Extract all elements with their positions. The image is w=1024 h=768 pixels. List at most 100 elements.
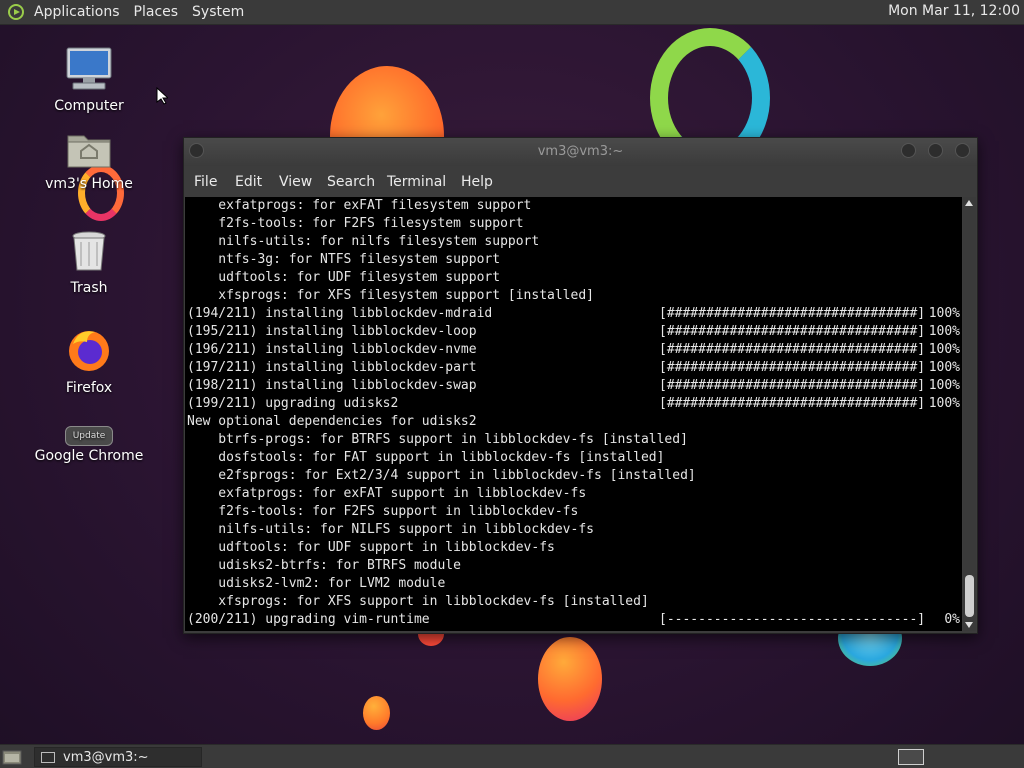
menu-file[interactable]: File <box>194 174 217 190</box>
desktop-icon-label: vm3's Home <box>45 176 133 192</box>
terminal-line-text: exfatprogs: for exFAT support in libbloc… <box>187 486 587 501</box>
terminal-line-text: exfatprogs: for exFAT filesystem support <box>187 198 532 213</box>
trash-icon <box>72 231 106 271</box>
progress-percent: 100% <box>928 378 960 393</box>
terminal-line: e2fsprogs: for Ext2/3/4 support in libbl… <box>185 467 962 485</box>
terminal-line-text: (199/211) upgrading udisks2 <box>187 396 399 411</box>
scroll-up-arrow-icon[interactable] <box>965 200 973 206</box>
terminal-icon <box>41 751 55 763</box>
terminal-line-text: New optional dependencies for udisks2 <box>187 414 477 429</box>
terminal-line: New optional dependencies for udisks2 <box>185 413 962 431</box>
mate-logo-icon[interactable] <box>8 4 24 20</box>
top-panel: Applications Places System Mon Mar 11, 1… <box>0 0 1024 25</box>
progress-bar-text: [################################] <box>659 342 926 357</box>
system-menu[interactable]: System <box>192 4 244 20</box>
desktop-icon-label: Computer <box>54 98 124 114</box>
show-desktop-icon[interactable] <box>2 748 22 766</box>
workspace-switcher[interactable] <box>898 749 924 765</box>
terminal-scrollbar[interactable] <box>963 197 976 631</box>
menu-edit[interactable]: Edit <box>235 174 262 190</box>
terminal-line-text: (197/211) installing libblockdev-part <box>187 360 477 375</box>
terminal-line-text: nilfs-utils: for nilfs filesystem suppor… <box>187 234 540 249</box>
terminal-line: (199/211) upgrading udisks2 [############… <box>185 395 962 413</box>
terminal-line: dosfstools: for FAT support in libblockd… <box>185 449 962 467</box>
terminal-line-text: dosfstools: for FAT support in libblockd… <box>187 450 665 465</box>
menu-search[interactable]: Search <box>327 174 375 190</box>
terminal-output[interactable]: exfatprogs: for exFAT filesystem support… <box>185 197 962 631</box>
terminal-line-text: udisks2-btrfs: for BTRFS module <box>187 558 461 573</box>
terminal-line-text: (196/211) installing libblockdev-nvme <box>187 342 477 357</box>
terminal-line: nilfs-utils: for nilfs filesystem suppor… <box>185 233 962 251</box>
terminal-line-text: btrfs-progs: for BTRFS support in libblo… <box>187 432 688 447</box>
terminal-line: ntfs-3g: for NTFS filesystem support <box>185 251 962 269</box>
progress-percent: 100% <box>928 324 960 339</box>
progress-bar-text: [################################] <box>659 324 926 339</box>
panel-clock[interactable]: Mon Mar 11, 12:00 <box>888 3 1020 19</box>
progress-bar-text: [################################] <box>659 360 926 375</box>
terminal-line: nilfs-utils: for NILFS support in libblo… <box>185 521 962 539</box>
menu-help[interactable]: Help <box>461 174 493 190</box>
terminal-line-text: (200/211) upgrading vim-runtime <box>187 612 430 627</box>
terminal-line-text: f2fs-tools: for F2FS support in libblock… <box>187 504 579 519</box>
terminal-line: udisks2-lvm2: for LVM2 module <box>185 575 962 593</box>
terminal-line: f2fs-tools: for F2FS support in libblock… <box>185 503 962 521</box>
terminal-line: udisks2-btrfs: for BTRFS module <box>185 557 962 575</box>
bottom-panel: vm3@vm3:~ <box>0 744 1024 768</box>
terminal-line-text: udftools: for UDF support in libblockdev… <box>187 540 555 555</box>
terminal-line-text: xfsprogs: for XFS filesystem support [in… <box>187 288 594 303</box>
computer-icon <box>66 47 112 90</box>
terminal-line: udftools: for UDF support in libblockdev… <box>185 539 962 557</box>
scrollbar-thumb[interactable] <box>965 575 974 617</box>
desktop-icon-label: Trash <box>70 280 108 296</box>
terminal-titlebar[interactable]: vm3@vm3:~ <box>184 138 977 166</box>
progress-bar-text: [################################] <box>659 306 926 321</box>
desktop-icon-home[interactable]: vm3's Home <box>34 130 144 192</box>
close-button[interactable] <box>955 143 970 158</box>
desktop-icon-google-chrome[interactable]: Update Google Chrome <box>34 426 144 464</box>
menu-view[interactable]: View <box>279 174 312 190</box>
terminal-line: exfatprogs: for exFAT filesystem support <box>185 197 962 215</box>
terminal-line: (197/211) installing libblockdev-part [##… <box>185 359 962 377</box>
terminal-window[interactable]: vm3@vm3:~ File Edit View Search Terminal… <box>183 137 978 634</box>
terminal-line-text: udisks2-lvm2: for LVM2 module <box>187 576 446 591</box>
firefox-icon <box>69 331 109 371</box>
progress-bar-text: [################################] <box>659 396 926 411</box>
desktop-icon-firefox[interactable]: Firefox <box>34 326 144 396</box>
terminal-line: (196/211) installing libblockdev-nvme [##… <box>185 341 962 359</box>
terminal-line-text: udftools: for UDF filesystem support <box>187 270 501 285</box>
terminal-line: udftools: for UDF filesystem support <box>185 269 962 287</box>
terminal-line-text: (194/211) installing libblockdev-mdraid <box>187 306 493 321</box>
terminal-title: vm3@vm3:~ <box>537 144 624 159</box>
terminal-line-text: (198/211) installing libblockdev-swap <box>187 378 477 393</box>
terminal-line-text: nilfs-utils: for NILFS support in libblo… <box>187 522 594 537</box>
terminal-line-text: f2fs-tools: for F2FS filesystem support <box>187 216 524 231</box>
terminal-line: xfsprogs: for XFS support in libblockdev… <box>185 593 962 611</box>
desktop-icon-computer[interactable]: Computer <box>34 46 144 114</box>
progress-bar-text: [--------------------------------] <box>659 612 926 627</box>
desktop-icon-label: Firefox <box>65 380 113 396</box>
progress-percent: 100% <box>928 342 960 357</box>
terminal-line-text: e2fsprogs: for Ext2/3/4 support in libbl… <box>187 468 696 483</box>
terminal-line: exfatprogs: for exFAT support in libbloc… <box>185 485 962 503</box>
scroll-down-arrow-icon[interactable] <box>965 622 973 628</box>
desktop-icon-trash[interactable]: Trash <box>34 230 144 296</box>
taskbar-button-label: vm3@vm3:~ <box>63 749 149 765</box>
wallpaper-bubble-small <box>363 696 390 730</box>
minimize-button[interactable] <box>901 143 916 158</box>
terminal-line: btrfs-progs: for BTRFS support in libblo… <box>185 431 962 449</box>
places-menu[interactable]: Places <box>134 4 179 20</box>
desktop-icon-label: Google Chrome <box>34 448 144 464</box>
terminal-menubar: File Edit View Search Terminal Help <box>184 168 977 196</box>
maximize-button[interactable] <box>928 143 943 158</box>
home-folder-icon <box>67 135 111 168</box>
terminal-line: (195/211) installing libblockdev-loop [##… <box>185 323 962 341</box>
progress-bar-text: [################################] <box>659 378 926 393</box>
menu-terminal[interactable]: Terminal <box>387 174 446 190</box>
applications-menu[interactable]: Applications <box>34 4 120 20</box>
terminal-line-text: (195/211) installing libblockdev-loop <box>187 324 477 339</box>
progress-percent: 100% <box>928 396 960 411</box>
taskbar-terminal-button[interactable]: vm3@vm3:~ <box>34 747 202 767</box>
terminal-line: xfsprogs: for XFS filesystem support [in… <box>185 287 962 305</box>
wallpaper-bubble-bottom <box>538 637 602 721</box>
mouse-pointer-icon <box>156 87 168 105</box>
